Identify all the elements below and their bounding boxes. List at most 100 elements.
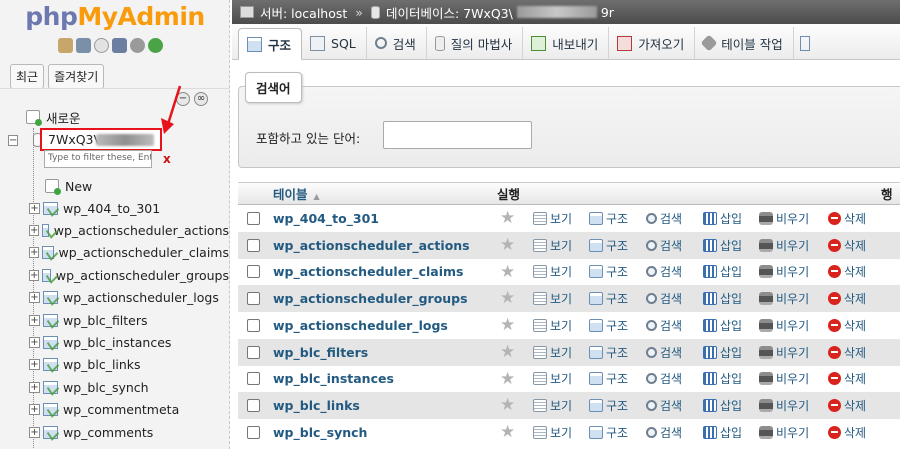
expand-icon[interactable]: + xyxy=(29,426,40,438)
nav-table-item[interactable]: + wp_blc_instances xyxy=(29,331,229,353)
table-name-link[interactable]: wp_blc_synch xyxy=(273,425,367,440)
structure-action[interactable]: 구조 xyxy=(589,344,628,361)
new-database-item[interactable]: 새로운 xyxy=(26,106,226,128)
favorite-star-icon[interactable]: ★ xyxy=(500,342,515,362)
empty-action[interactable]: 비우기 xyxy=(759,344,809,361)
nav-table-item[interactable]: + wp_blc_links xyxy=(29,354,229,376)
empty-action[interactable]: 비우기 xyxy=(759,317,809,334)
nav-table-item[interactable]: + wp_actionscheduler_claims xyxy=(29,242,229,264)
expand-icon[interactable]: + xyxy=(29,336,40,348)
favorite-star-icon[interactable]: ★ xyxy=(500,288,515,308)
empty-action[interactable]: 비우기 xyxy=(759,290,809,307)
drop-action[interactable]: 삭제 xyxy=(828,290,866,307)
search-action[interactable]: 검색 xyxy=(646,263,682,280)
tab-structure[interactable]: 구조 xyxy=(238,28,303,60)
search-action[interactable]: 검색 xyxy=(646,317,682,334)
favorite-star-icon[interactable]: ★ xyxy=(500,395,515,415)
search-action[interactable]: 검색 xyxy=(646,424,682,441)
favorite-star-icon[interactable]: ★ xyxy=(500,315,515,335)
search-action[interactable]: 검색 xyxy=(646,344,682,361)
favorite-star-icon[interactable]: ★ xyxy=(500,369,515,389)
search-action[interactable]: 검색 xyxy=(646,370,682,387)
browse-action[interactable]: 보기 xyxy=(533,317,572,334)
favorites-tab[interactable]: 즐겨찾기 xyxy=(48,64,105,89)
search-action[interactable]: 검색 xyxy=(646,290,682,307)
gear-icon[interactable] xyxy=(130,38,145,53)
row-checkbox[interactable] xyxy=(247,345,260,359)
empty-action[interactable]: 비우기 xyxy=(759,237,809,254)
tab-import[interactable]: 가져오기 xyxy=(609,27,696,59)
favorite-star-icon[interactable]: ★ xyxy=(500,422,515,442)
browse-action[interactable]: 보기 xyxy=(533,370,572,387)
nav-table-item[interactable]: + wp_blc_filters xyxy=(29,309,229,331)
favorite-star-icon[interactable]: ★ xyxy=(500,235,515,255)
browse-action[interactable]: 보기 xyxy=(533,344,572,361)
favorite-star-icon[interactable]: ★ xyxy=(500,262,515,282)
home-icon[interactable] xyxy=(58,38,73,53)
server-breadcrumb[interactable]: 서버: localhost xyxy=(240,3,347,22)
table-name-link[interactable]: wp_blc_links xyxy=(273,398,360,413)
drop-action[interactable]: 삭제 xyxy=(828,317,866,334)
row-checkbox[interactable] xyxy=(247,318,260,332)
nav-table-item[interactable]: + wp_blc_synch xyxy=(29,376,229,398)
table-name-link[interactable]: wp_blc_filters xyxy=(273,345,368,360)
expand-icon[interactable]: + xyxy=(29,314,40,326)
row-checkbox[interactable] xyxy=(247,292,260,306)
expand-icon[interactable]: + xyxy=(29,269,40,281)
row-checkbox[interactable] xyxy=(247,238,260,252)
favorite-star-icon[interactable]: ★ xyxy=(500,208,515,228)
drop-action[interactable]: 삭제 xyxy=(828,263,866,280)
table-name-link[interactable]: wp_actionscheduler_groups xyxy=(273,291,468,306)
expand-icon[interactable]: + xyxy=(29,381,40,393)
expand-icon[interactable]: + xyxy=(29,224,40,236)
expand-icon[interactable]: + xyxy=(29,404,40,416)
insert-action[interactable]: 삽입 xyxy=(703,424,742,441)
drop-action[interactable]: 삭제 xyxy=(828,424,866,441)
nav-table-item[interactable]: + wp_actionscheduler_logs xyxy=(29,287,229,309)
expand-icon[interactable]: + xyxy=(29,202,40,214)
insert-action[interactable]: 삽입 xyxy=(703,263,742,280)
insert-action[interactable]: 삽입 xyxy=(703,290,742,307)
link-icon[interactable]: ∞ xyxy=(194,92,208,106)
row-checkbox[interactable] xyxy=(247,399,260,413)
structure-action[interactable]: 구조 xyxy=(589,317,628,334)
column-header-table[interactable]: 테이블 ▲ xyxy=(273,184,320,203)
tab-search[interactable]: 검색 xyxy=(367,27,427,59)
expand-icon[interactable]: + xyxy=(29,292,40,304)
nav-table-item[interactable]: + wp_comments xyxy=(29,421,229,443)
collapse-db-icon[interactable]: − xyxy=(8,134,19,146)
table-name-link[interactable]: wp_actionscheduler_actions xyxy=(273,238,470,253)
browse-action[interactable]: 보기 xyxy=(533,424,572,441)
empty-action[interactable]: 비우기 xyxy=(759,424,809,441)
phpmyadmin-logo[interactable]: phpMyAdmin xyxy=(0,2,229,31)
nav-table-item[interactable]: + wp_commentmeta xyxy=(29,399,229,421)
expand-icon[interactable]: + xyxy=(29,359,40,371)
table-filter-input[interactable]: Type to filter these, Ente xyxy=(44,150,152,168)
tab-more[interactable] xyxy=(794,27,810,59)
tab-export[interactable]: 내보내기 xyxy=(523,27,610,59)
structure-action[interactable]: 구조 xyxy=(589,424,628,441)
browse-action[interactable]: 보기 xyxy=(533,263,572,280)
empty-action[interactable]: 비우기 xyxy=(759,210,809,227)
drop-action[interactable]: 삭제 xyxy=(828,210,866,227)
table-name-link[interactable]: wp_404_to_301 xyxy=(273,211,379,226)
table-name-link[interactable]: wp_actionscheduler_claims xyxy=(273,264,463,279)
structure-action[interactable]: 구조 xyxy=(589,263,628,280)
database-breadcrumb[interactable]: 데이터베이스: 7WxQ3\ 9r xyxy=(370,3,614,22)
database-name[interactable]: 7WxQ3V xyxy=(48,132,102,147)
empty-action[interactable]: 비우기 xyxy=(759,370,809,387)
structure-action[interactable]: 구조 xyxy=(589,290,628,307)
nav-table-item[interactable]: + wp_404_to_301 xyxy=(29,197,229,219)
new-table-item[interactable]: New xyxy=(45,175,225,197)
browse-action[interactable]: 보기 xyxy=(533,237,572,254)
docs-icon[interactable] xyxy=(112,38,127,53)
logout-icon[interactable] xyxy=(76,38,91,53)
search-action[interactable]: 검색 xyxy=(646,237,682,254)
drop-action[interactable]: 삭제 xyxy=(828,344,866,361)
row-checkbox[interactable] xyxy=(247,211,260,225)
nav-table-item[interactable]: + wp_actionscheduler_actions xyxy=(29,219,229,241)
search-action[interactable]: 검색 xyxy=(646,397,682,414)
expand-icon[interactable]: + xyxy=(29,247,40,259)
drop-action[interactable]: 삭제 xyxy=(828,397,866,414)
tab-query[interactable]: 질의 마법사 xyxy=(427,27,524,59)
